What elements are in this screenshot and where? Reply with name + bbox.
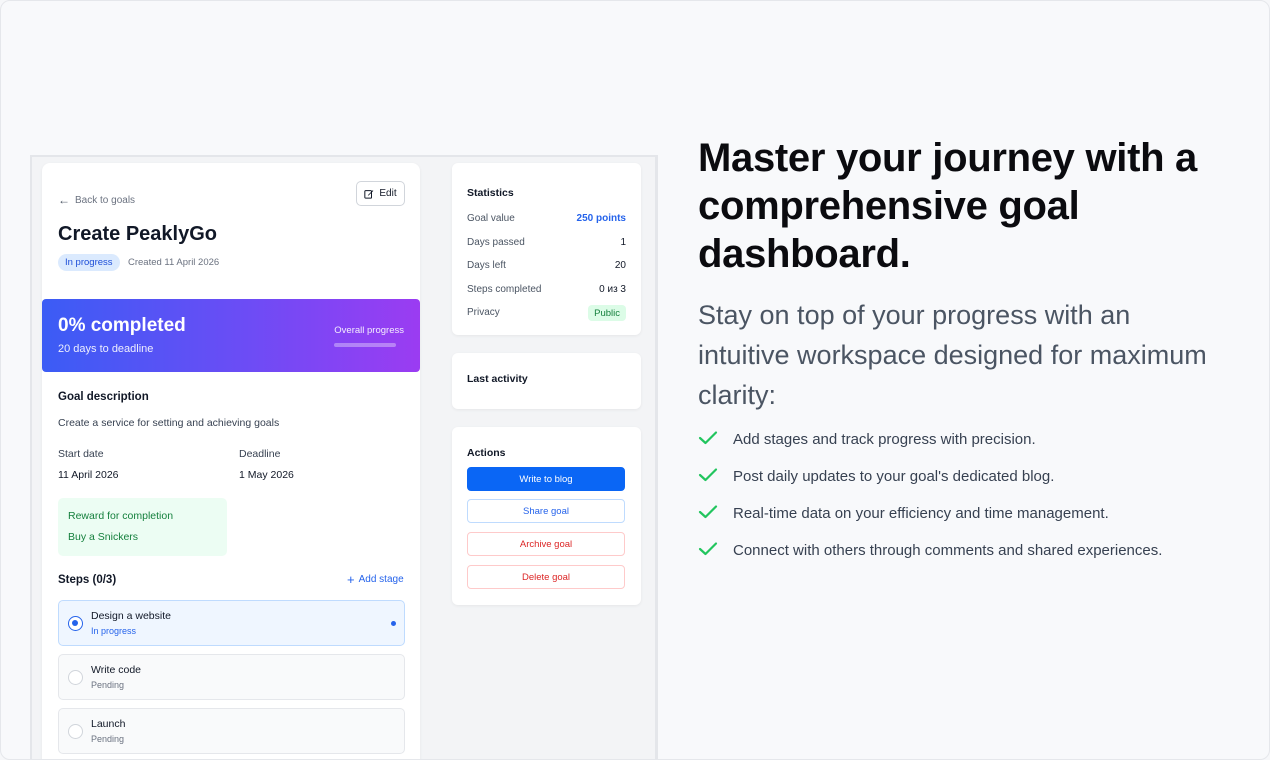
step-name: Write code (91, 664, 141, 676)
days-passed-value: 1 (620, 237, 626, 248)
goal-value-label: Goal value (467, 213, 515, 224)
overall-progress-bar (334, 343, 396, 347)
goal-value: 250 points (576, 213, 626, 224)
feature-item: Real-time data on your efficiency and ti… (698, 495, 1162, 532)
back-to-goals-link[interactable]: ← Back to goals (58, 193, 135, 207)
archive-goal-button[interactable]: Archive goal (467, 532, 625, 556)
progress-banner: 0% completed 20 days to deadline Overall… (42, 299, 420, 372)
check-icon (698, 505, 718, 519)
write-to-blog-button[interactable]: Write to blog (467, 467, 625, 491)
reward-title: Reward for completion (68, 510, 174, 522)
step-status: Pending (91, 734, 125, 744)
edit-button[interactable]: Edit (356, 181, 405, 206)
progress-percent: 0% completed (58, 315, 186, 336)
active-dot-icon (391, 621, 396, 626)
reward-box: Reward for completion Buy a Snickers (58, 498, 227, 556)
deadline-label: Deadline (239, 448, 281, 460)
delete-goal-button[interactable]: Delete goal (467, 565, 625, 589)
description-heading: Goal description (58, 391, 149, 403)
step-status: In progress (91, 626, 137, 636)
statistics-card: Statistics Goal value 250 points Days pa… (452, 163, 641, 335)
overall-progress-label: Overall progress (334, 325, 404, 336)
step-radio-icon[interactable] (68, 670, 83, 685)
step-radio-icon[interactable] (68, 724, 83, 739)
feature-item: Add stages and track progress with preci… (698, 421, 1162, 458)
feature-list: Add stages and track progress with preci… (698, 421, 1162, 569)
actions-card: Actions Write to blog Share goal Archive… (452, 427, 641, 605)
feature-text: Add stages and track progress with preci… (733, 431, 1036, 448)
start-date-value: 11 April 2026 (58, 469, 119, 481)
check-icon (698, 542, 718, 556)
arrow-left-icon: ← (58, 193, 70, 207)
check-icon (698, 468, 718, 482)
step-name: Design a website (91, 610, 171, 622)
deadline-value: 1 May 2026 (239, 469, 294, 481)
step-radio-icon[interactable] (68, 616, 83, 631)
check-icon (698, 431, 718, 445)
feature-item: Connect with others through comments and… (698, 532, 1162, 569)
back-label: Back to goals (75, 194, 136, 206)
subheadline: Stay on top of your progress with an int… (698, 300, 1207, 410)
progress-deadline: 20 days to deadline (58, 343, 154, 355)
start-date-label: Start date (58, 448, 104, 460)
edit-label: Edit (379, 188, 397, 199)
feature-item: Post daily updates to your goal's dedica… (698, 458, 1162, 495)
step-name: Launch (91, 718, 126, 730)
steps-completed-label: Steps completed (467, 284, 542, 295)
actions-heading: Actions (467, 447, 506, 459)
feature-text: Post daily updates to your goal's dedica… (733, 468, 1055, 485)
edit-icon (364, 189, 374, 199)
step-status: Pending (91, 680, 125, 690)
created-date: Created 11 April 2026 (128, 257, 220, 268)
feature-text: Real-time data on your efficiency and ti… (733, 505, 1109, 522)
steps-heading: Steps (0/3) (58, 574, 117, 586)
last-activity-heading: Last activity (467, 373, 528, 385)
step-item[interactable]: Design a website In progress (58, 600, 405, 646)
description-text: Create a service for setting and achievi… (58, 417, 280, 429)
step-item[interactable]: Launch Pending (58, 708, 405, 754)
plus-icon: + (347, 571, 355, 587)
page-frame: ← Back to goals Edit Create PeaklyGo In … (0, 0, 1270, 760)
steps-completed-value: 0 из 3 (599, 284, 626, 295)
add-stage-button[interactable]: + Add stage (347, 571, 404, 587)
days-left-value: 20 (614, 260, 626, 271)
headline: Master your journey with a comprehensive… (698, 136, 1197, 276)
last-activity-card: Last activity (452, 353, 641, 409)
step-item[interactable]: Write code Pending (58, 654, 405, 700)
page-title: Create PeaklyGo (58, 223, 217, 245)
statistics-heading: Statistics (467, 187, 514, 199)
days-passed-label: Days passed (467, 237, 525, 248)
privacy-label: Privacy (467, 307, 500, 318)
feature-text: Connect with others through comments and… (733, 542, 1163, 559)
days-left-label: Days left (467, 260, 506, 271)
share-goal-button[interactable]: Share goal (467, 499, 625, 523)
status-badge: In progress (58, 254, 120, 271)
app-screenshot: ← Back to goals Edit Create PeaklyGo In … (30, 155, 658, 759)
goal-main-card: ← Back to goals Edit Create PeaklyGo In … (42, 163, 420, 759)
reward-value: Buy a Snickers (68, 531, 139, 543)
add-stage-label: Add stage (358, 574, 404, 585)
privacy-badge: Public (588, 305, 626, 321)
